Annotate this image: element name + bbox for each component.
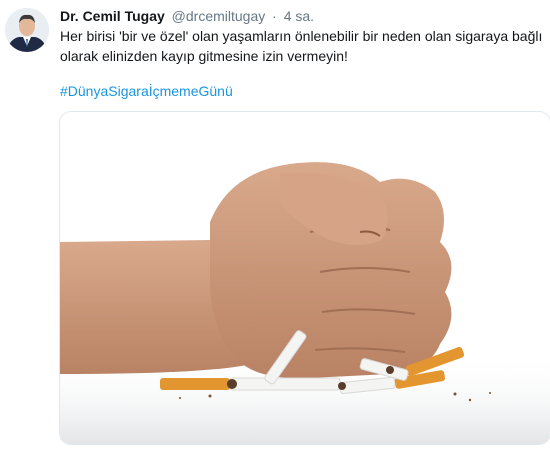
separator: · bbox=[272, 8, 277, 24]
author-handle[interactable]: @drcemiltugay bbox=[172, 8, 266, 24]
avatar[interactable] bbox=[5, 8, 49, 52]
fist-crushing-cigarettes-image bbox=[60, 112, 550, 444]
timestamp[interactable]: 4 sa. bbox=[284, 8, 314, 24]
tweet-text: Her birisi 'bir ve özel' olan yaşamların… bbox=[60, 28, 543, 64]
tweet[interactable]: Dr. Cemil Tugay @drcemiltugay · 4 sa. He… bbox=[0, 0, 550, 450]
tweet-header: Dr. Cemil Tugay @drcemiltugay · 4 sa. bbox=[60, 7, 540, 25]
hashtag-link[interactable]: #DünyaSigaraİçmemeGünü bbox=[60, 82, 233, 100]
author-name[interactable]: Dr. Cemil Tugay bbox=[60, 8, 165, 24]
tweet-media[interactable] bbox=[59, 111, 550, 445]
avatar-photo bbox=[5, 8, 49, 52]
